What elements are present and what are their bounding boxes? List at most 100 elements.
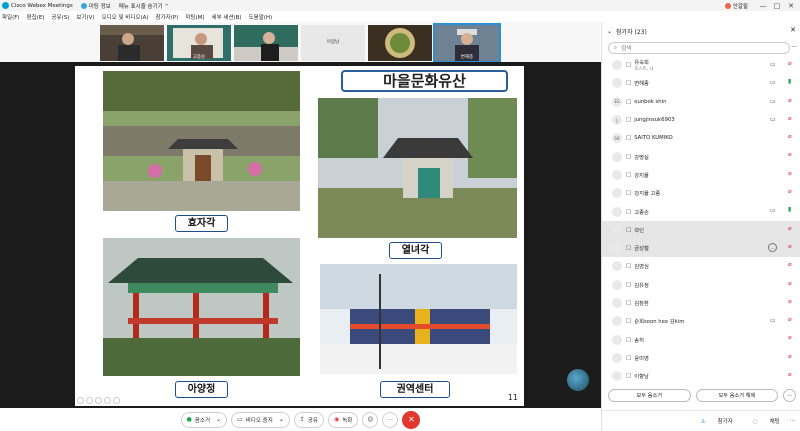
meeting-info-button[interactable]: 미팅 정보	[80, 2, 111, 10]
microphone-muted-icon[interactable]: ⌀	[788, 261, 792, 268]
menu-view[interactable]: 보기(V)	[76, 13, 94, 21]
slide-tool-icon[interactable]	[95, 397, 102, 404]
video-thumbnail[interactable]: 고종순	[167, 25, 231, 61]
participant-row[interactable]: □ 김유정 ⌀	[602, 276, 800, 294]
menu-audio-video[interactable]: 오디오 및 비디오(A)	[102, 13, 149, 21]
participant-row[interactable]: □ 곽인 ⌀	[602, 220, 800, 239]
panel-more-button[interactable]: ···	[791, 44, 797, 51]
participant-row[interactable]: □ 강지율 ⌀	[602, 166, 800, 184]
floating-control-icon[interactable]	[567, 369, 589, 391]
participant-row[interactable]: □ 이향남 ⌀	[602, 367, 800, 385]
slide-tool-icon[interactable]	[77, 397, 84, 404]
video-thumbnail[interactable]	[234, 25, 298, 61]
camera-icon: ▭	[770, 317, 776, 325]
record-button[interactable]: ◉ 녹화	[328, 411, 359, 428]
microphone-muted-icon[interactable]: ⌀	[788, 371, 792, 378]
microphone-muted-icon[interactable]: ⌀	[788, 151, 792, 158]
participant-row[interactable]: □ 강지율 고종 ⌀	[602, 184, 800, 202]
microphone-muted-icon[interactable]: ⌀	[788, 243, 792, 250]
mute-all-button[interactable]: 모두 음소거	[608, 389, 691, 402]
share-button[interactable]: ⇪ 공유	[293, 411, 324, 428]
menu-breakout[interactable]: 세부 세션(B)	[212, 13, 242, 21]
microphone-muted-icon[interactable]: ⌀	[788, 353, 792, 360]
participant-name-block: 김창환	[634, 299, 649, 307]
chevron-down-icon[interactable]: ⌄	[607, 28, 612, 35]
microphone-muted-icon[interactable]: ⌀	[788, 170, 792, 177]
more-options-button[interactable]: ···	[382, 411, 399, 428]
microphone-muted-icon[interactable]: ⌀	[788, 334, 792, 341]
video-thumbnail[interactable]	[100, 25, 164, 61]
microphone-on-icon[interactable]: ▮	[788, 78, 791, 85]
mute-button[interactable]: ● 음소거 ⌄	[180, 411, 228, 428]
participant-row[interactable]: □ 변해종 ▭ ▮	[602, 74, 800, 92]
close-panel-icon[interactable]: ✕	[790, 26, 796, 34]
participant-row[interactable]: □ 강명실 ⌀	[602, 147, 800, 165]
video-thumbnail[interactable]: 이양남	[301, 25, 365, 61]
device-icon: □	[626, 373, 632, 380]
chevron-down-icon[interactable]: ⌄	[216, 416, 221, 423]
panel-actions-more-button[interactable]: ···	[783, 389, 796, 402]
avatar	[612, 279, 622, 290]
participant-name-block: 고종순	[634, 208, 649, 216]
reactions-button[interactable]: ☺	[362, 411, 379, 428]
participant-name-block: 윤미영	[634, 354, 649, 362]
chat-bubble-icon[interactable]: …	[768, 242, 777, 252]
slide-tool-icon[interactable]	[104, 397, 111, 404]
participant-row[interactable]: SK □ SAITO KUMIKO ⌀	[602, 129, 800, 147]
leave-meeting-button[interactable]: ✕	[402, 410, 421, 429]
menu-participants[interactable]: 참가자(P)	[156, 13, 179, 21]
participant-row[interactable]: □ 송히 ⌀	[602, 330, 800, 348]
shared-content-stage: 효자각 마을문화유산 열녀각 아양정 권역센터 11	[0, 62, 601, 408]
footer-more-button[interactable]: ···	[790, 418, 795, 424]
avatar	[612, 78, 622, 89]
slide-tool-icon[interactable]	[86, 397, 93, 404]
microphone-muted-icon[interactable]: ⌀	[788, 97, 792, 104]
participant-search-input[interactable]: ⌕ 검색	[608, 42, 790, 54]
menu-meeting[interactable]: 미팅(M)	[185, 13, 204, 21]
microphone-on-icon[interactable]: ▮	[788, 206, 791, 213]
chevron-down-icon[interactable]: ⌄	[279, 416, 284, 423]
microphone-muted-icon[interactable]: ⌀	[788, 133, 792, 140]
participant-name-block: 유숙희 호스트, 나	[634, 58, 653, 72]
microphone-muted-icon[interactable]: ⌀	[788, 298, 792, 305]
participant-row[interactable]: □ 유숙희 호스트, 나 ▭ ⌀	[602, 56, 800, 74]
participant-name-block: 송히	[634, 336, 644, 344]
menu-file[interactable]: 파일(F)	[2, 13, 20, 21]
participant-row[interactable]: □ 김영심 ⌀	[602, 257, 800, 275]
unmute-all-button[interactable]: 모두 음소거 해제	[695, 389, 779, 402]
participant-row[interactable]: J □ jungjinsuk6903 ▭ ⌀	[602, 111, 800, 129]
avatar	[612, 334, 622, 345]
participant-row[interactable]: □ 고종순 ▭ ▮	[602, 202, 800, 220]
maximize-button[interactable]: □	[770, 2, 784, 10]
menu-help[interactable]: 도움말(H)	[249, 13, 273, 21]
participant-name-block: 순희soon hee 김kim	[634, 317, 684, 325]
participants-tab-button[interactable]: ♙ 참가자	[691, 417, 733, 425]
microphone-muted-icon[interactable]: ⌀	[788, 225, 792, 232]
microphone-muted-icon[interactable]: ⌀	[788, 115, 792, 122]
participant-row[interactable]: □ 김창환 ⌀	[602, 294, 800, 312]
chat-tab-button[interactable]: ◌ 채팅	[743, 417, 780, 425]
microphone-muted-icon[interactable]: ⌀	[788, 280, 792, 287]
hide-menu-bar-button[interactable]: 메뉴 표시줄 숨기기 ⌃	[119, 2, 169, 10]
video-thumbnail-active[interactable]: 변해종	[433, 23, 501, 63]
menu-edit[interactable]: 편집(E)	[27, 13, 45, 21]
participant-row[interactable]: ES □ eunbok shin ▭ ⌀	[602, 93, 800, 111]
participants-title: 참가자 (23)	[616, 28, 647, 36]
participant-row[interactable]: □ 금성철 … ⌀	[602, 238, 800, 258]
participant-row[interactable]: □ 윤미영 ⌀	[602, 349, 800, 367]
participant-name-block: jungjinsuk6903	[634, 117, 675, 123]
menu-share[interactable]: 공유(S)	[51, 13, 69, 21]
close-window-button[interactable]: ✕	[784, 2, 798, 10]
user-account-button[interactable]: 안갈필	[724, 2, 748, 10]
stop-video-button[interactable]: ▭ 비디오 중지 ⌄	[231, 411, 290, 428]
participants-panel-header[interactable]: ⌄ 참가자 (23) ✕	[602, 22, 800, 40]
slide-tool-icon[interactable]	[113, 397, 120, 404]
microphone-muted-icon[interactable]: ⌀	[788, 60, 792, 67]
participant-row[interactable]: □ 순희soon hee 김kim ▭ ⌀	[602, 312, 800, 330]
microphone-muted-icon[interactable]: ⌀	[788, 316, 792, 323]
stop-video-label: 비디오 중지	[245, 417, 273, 424]
microphone-muted-icon[interactable]: ⌀	[788, 188, 792, 195]
minimize-button[interactable]: —	[756, 2, 770, 10]
video-thumbnail[interactable]	[368, 25, 432, 61]
record-icon: ◉	[334, 416, 340, 423]
